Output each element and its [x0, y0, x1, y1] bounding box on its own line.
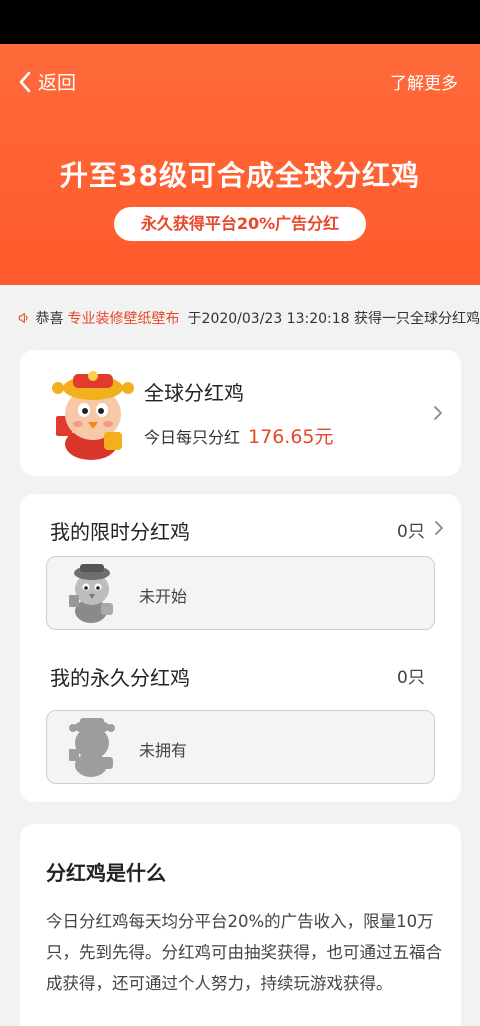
speaker-icon	[18, 313, 28, 323]
limited-chicken-count[interactable]: 0只	[397, 517, 425, 542]
hero-banner: 返回 了解更多 升至38级可合成全球分红鸡 永久获得平台20%广告分红	[0, 44, 480, 285]
chevron-right-icon	[434, 406, 442, 420]
fortune-chicken-icon	[52, 371, 134, 460]
permanent-chicken-count: 0只	[397, 668, 425, 688]
about-body: 今日分红鸡每天均分平台20%的广告收入，限量10万只，先到先得。分红鸡可由抽奖获…	[46, 912, 442, 993]
chevron-right-icon[interactable]	[434, 520, 444, 536]
limited-chicken-slot[interactable]: 未开始	[46, 556, 435, 630]
back-label: 返回	[38, 72, 77, 94]
daily-dividend-label: 今日每只分红	[144, 428, 241, 447]
marquee-text: 于2020/03/23 13:20:18 获得一只全球分红鸡	[187, 311, 480, 327]
hero-badge: 永久获得平台20%广告分红	[114, 207, 366, 241]
my-chickens-card: 我的限时分红鸡 0只 未开始 我的永久分红鸡 0只 未拥有	[20, 494, 461, 802]
back-button[interactable]: 返回	[18, 68, 76, 95]
chevron-left-icon	[19, 71, 31, 92]
permanent-chicken-slot[interactable]: 未拥有	[46, 710, 435, 784]
limited-chicken-title: 我的限时分红鸡	[50, 520, 190, 544]
chicken-gray-icon	[69, 564, 113, 623]
about-card: 分红鸡是什么 今日分红鸡每天均分平台20%的广告收入，限量10万只，先到先得。分…	[20, 824, 461, 1026]
announcement-marquee: 恭喜 专业装修壁纸壁布 于2020/03/23 13:20:18 获得一只全球分…	[0, 300, 480, 336]
daily-dividend: 今日每只分红 176.65元	[144, 422, 334, 449]
status-bar	[0, 0, 480, 44]
about-title: 分红鸡是什么	[46, 861, 166, 885]
permanent-chicken-status: 未拥有	[139, 741, 188, 760]
learn-more-link[interactable]: 了解更多	[390, 69, 458, 94]
global-chicken-card[interactable]: 全球分红鸡 今日每只分红 176.65元	[20, 350, 461, 476]
limited-chicken-status: 未开始	[139, 587, 188, 606]
global-chicken-title: 全球分红鸡	[144, 381, 244, 405]
chicken-silhouette-icon	[69, 718, 115, 777]
marquee-user: 专业装修壁纸壁布	[67, 311, 180, 327]
daily-dividend-amount: 176.65元	[248, 426, 334, 448]
permanent-chicken-title: 我的永久分红鸡	[50, 666, 190, 690]
marquee-prefix: 恭喜	[35, 311, 64, 327]
hero-title: 升至38级可合成全球分红鸡	[60, 159, 420, 192]
